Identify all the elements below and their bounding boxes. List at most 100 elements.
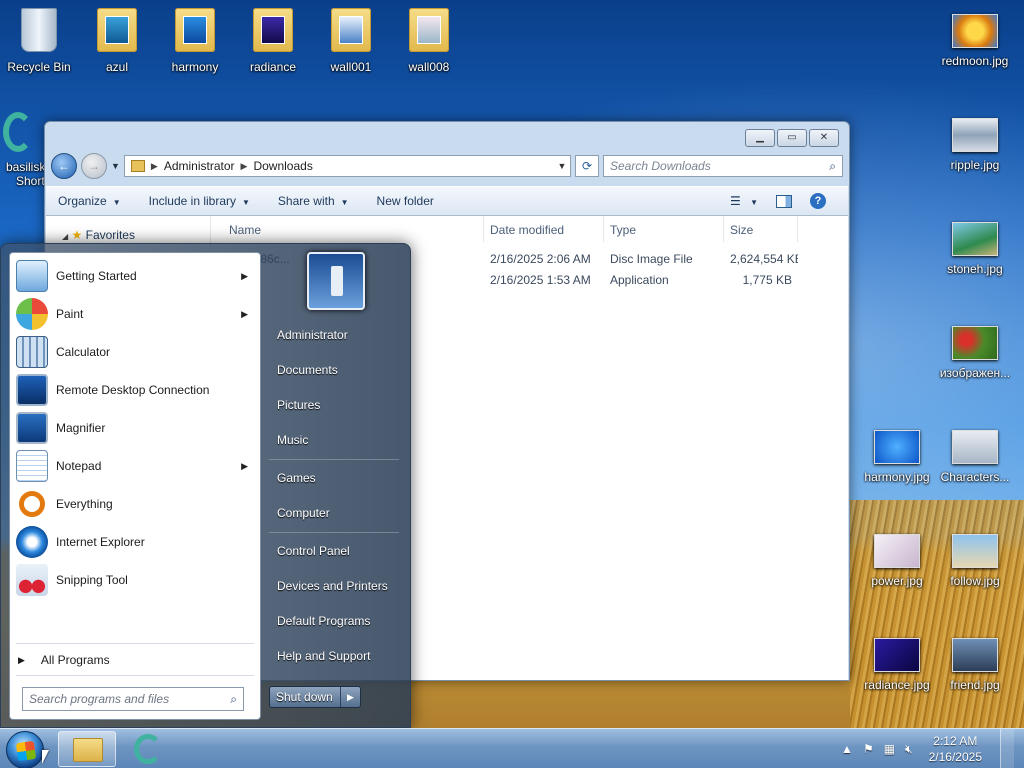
desktop-icon-redmoon[interactable]: redmoon.jpg: [936, 8, 1014, 68]
desktop-icon-izobrazhenie[interactable]: изображен...: [936, 320, 1014, 380]
desktop-icon-friend[interactable]: friend.jpg: [936, 632, 1014, 692]
place-administrator[interactable]: Administrator: [269, 320, 407, 350]
clock[interactable]: 2:12 AM 2/16/2025: [929, 733, 982, 765]
image-thumbnail-icon: [874, 534, 920, 568]
organize-button[interactable]: Organize ▼: [58, 194, 121, 208]
breadcrumb-downloads[interactable]: Downloads: [253, 159, 312, 173]
desktop-icon-folder-wall008[interactable]: wall008: [390, 6, 468, 74]
include-in-library-button[interactable]: Include in library ▼: [149, 194, 250, 208]
image-thumbnail-icon: [952, 14, 998, 48]
favorites-node[interactable]: ◢ ★ Favorites: [62, 228, 135, 242]
desktop-icon-radiance-jpg[interactable]: radiance.jpg: [858, 632, 936, 692]
new-folder-button[interactable]: New folder: [377, 194, 434, 208]
desktop-icon-folder-harmony[interactable]: harmony: [156, 6, 234, 74]
search-downloads-input[interactable]: Search Downloads ⌕: [603, 155, 843, 177]
change-view-button[interactable]: ☰ ▼: [730, 194, 758, 208]
column-date-modified[interactable]: Date modified: [484, 216, 604, 242]
place-games[interactable]: Games: [269, 463, 407, 493]
folder-icon: [175, 8, 215, 52]
desktop-icon-folder-radiance[interactable]: radiance: [234, 6, 312, 74]
desktop-icon-ripple[interactable]: ripple.jpg: [936, 112, 1014, 172]
address-bar[interactable]: ▶ Administrator ▶ Downloads ▼: [123, 155, 571, 177]
minimize-button[interactable]: ▁: [745, 129, 775, 147]
place-help-and-support[interactable]: Help and Support: [269, 641, 407, 671]
close-button[interactable]: ✕: [809, 129, 839, 147]
separator: [269, 459, 399, 460]
basilisk-icon: [134, 734, 162, 764]
all-programs-button[interactable]: ▶ All Programs: [18, 653, 110, 667]
desktop-icon-folder-wall001[interactable]: wall001: [312, 6, 390, 74]
submenu-arrow-icon[interactable]: ▶: [241, 309, 248, 320]
share-with-button[interactable]: Share with ▼: [278, 194, 349, 208]
volume-muted-icon[interactable]: 🔇︎: [905, 742, 913, 757]
program-snipping-tool[interactable]: Snipping Tool: [12, 561, 258, 599]
address-dropdown-icon[interactable]: ▼: [554, 161, 570, 171]
snipping-tool-icon: [16, 564, 48, 596]
preview-pane-icon[interactable]: [776, 194, 792, 208]
shut-down-button[interactable]: Shut down: [270, 687, 340, 707]
breadcrumb-administrator[interactable]: Administrator: [164, 159, 235, 173]
place-music[interactable]: Music: [269, 425, 407, 455]
desktop-icon-harmony-jpg[interactable]: harmony.jpg: [858, 424, 936, 484]
place-devices-and-printers[interactable]: Devices and Printers: [269, 571, 407, 601]
help-icon[interactable]: ?: [810, 193, 826, 209]
image-thumbnail-icon: [874, 638, 920, 672]
desktop-icon-characters[interactable]: Characters...: [936, 424, 1014, 484]
program-internet-explorer[interactable]: Internet Explorer: [12, 523, 258, 561]
column-type[interactable]: Type: [604, 216, 724, 242]
image-thumbnail-icon: [952, 222, 998, 256]
folder-icon: [97, 8, 137, 52]
program-notepad[interactable]: Notepad ▶: [12, 447, 258, 485]
breadcrumb-separator-icon[interactable]: ▶: [241, 161, 248, 172]
network-icon[interactable]: ▦: [884, 742, 895, 756]
mouse-cursor-icon: [42, 750, 49, 764]
arrow-right-icon: ▶: [18, 654, 25, 665]
taskbar-explorer[interactable]: [58, 731, 116, 767]
desktop-icon-power[interactable]: power.jpg: [858, 528, 936, 588]
program-paint[interactable]: Paint ▶: [12, 295, 258, 333]
place-default-programs[interactable]: Default Programs: [269, 606, 407, 636]
desktop-icon-follow[interactable]: follow.jpg: [936, 528, 1014, 588]
desktop-icon-recycle-bin[interactable]: Recycle Bin: [0, 6, 78, 74]
place-computer[interactable]: Computer: [269, 498, 407, 528]
place-control-panel[interactable]: Control Panel: [269, 536, 407, 566]
remote-desktop-icon: [16, 374, 48, 406]
forward-button[interactable]: →: [81, 153, 107, 179]
collapse-icon[interactable]: ◢: [62, 232, 68, 241]
place-pictures[interactable]: Pictures: [269, 390, 407, 420]
program-calculator[interactable]: Calculator: [12, 333, 258, 371]
desktop-icon-stoneh[interactable]: stoneh.jpg: [936, 216, 1014, 276]
image-thumbnail-icon: [952, 534, 998, 568]
user-avatar[interactable]: [307, 252, 365, 310]
refresh-button[interactable]: ⟳: [575, 155, 599, 177]
search-programs-input[interactable]: Search programs and files ⌕: [22, 687, 244, 711]
desktop-icon-folder-azul[interactable]: azul: [78, 6, 156, 74]
everything-icon: [19, 491, 45, 517]
recent-pages-dropdown-icon[interactable]: ▼: [111, 161, 120, 171]
program-everything[interactable]: Everything: [12, 485, 258, 523]
back-button[interactable]: ←: [51, 153, 77, 179]
submenu-arrow-icon[interactable]: ▶: [241, 271, 248, 282]
start-button[interactable]: [6, 731, 44, 768]
show-desktop-button[interactable]: [1000, 729, 1014, 768]
shut-down-options-icon[interactable]: ▶: [340, 687, 360, 707]
breadcrumb-separator-icon[interactable]: ▶: [151, 161, 158, 172]
action-center-flag-icon[interactable]: ⚑: [863, 742, 874, 756]
place-documents[interactable]: Documents: [269, 355, 407, 385]
show-hidden-icons-icon[interactable]: ▲: [841, 742, 853, 756]
taskbar-basilisk[interactable]: [122, 731, 174, 767]
desktop-icon-basilisk-shortcut[interactable]: basilisk Short: [0, 112, 48, 188]
maximize-button[interactable]: ▭: [777, 129, 807, 147]
image-thumbnail-icon: [952, 326, 998, 360]
column-name[interactable]: Name: [211, 216, 484, 242]
program-magnifier[interactable]: Magnifier: [12, 409, 258, 447]
window-controls: ▁ ▭ ✕: [745, 129, 839, 147]
program-remote-desktop[interactable]: Remote Desktop Connection: [12, 371, 258, 409]
lighthouse-icon: [331, 266, 343, 296]
taskbar: ▲ ⚑ ▦ 🔇︎ 2:12 AM 2/16/2025: [0, 728, 1024, 768]
internet-explorer-icon: [16, 526, 48, 558]
program-getting-started[interactable]: Getting Started ▶: [12, 257, 258, 295]
navigation-bar: ← → ▼ ▶ Administrator ▶ Downloads ▼ ⟳ Se…: [51, 152, 843, 180]
submenu-arrow-icon[interactable]: ▶: [241, 461, 248, 472]
column-size[interactable]: Size: [724, 216, 798, 242]
